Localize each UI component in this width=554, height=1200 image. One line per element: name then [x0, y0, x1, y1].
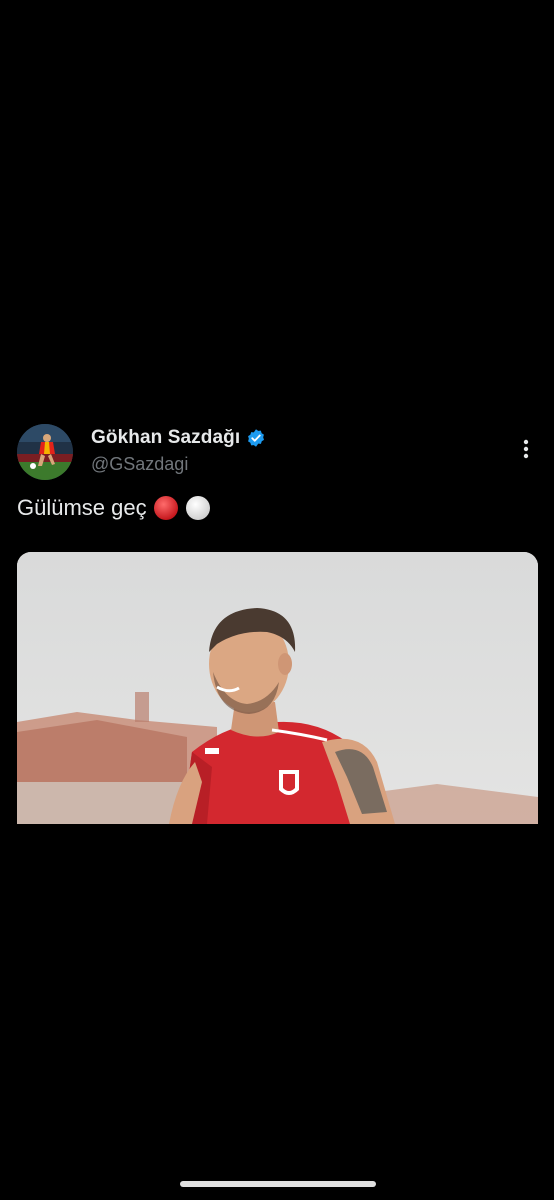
- tweet-media-photo[interactable]: [17, 552, 538, 824]
- player-photo: [17, 552, 538, 824]
- verified-badge-icon[interactable]: [246, 428, 266, 448]
- avatar[interactable]: [17, 424, 73, 480]
- more-vertical-icon: [523, 439, 529, 459]
- display-name[interactable]: Gökhan Sazdağı: [91, 427, 240, 449]
- white-circle-emoji-icon: [185, 495, 211, 521]
- more-options-button[interactable]: [514, 437, 538, 461]
- username-handle[interactable]: @GSazdagi: [91, 454, 266, 475]
- author-info[interactable]: Gökhan Sazdağı @GSazdagi: [91, 427, 266, 475]
- avatar-image: [17, 424, 73, 480]
- tweet-text: Gülümse geç: [17, 495, 211, 521]
- display-name-row: Gökhan Sazdağı: [91, 427, 266, 449]
- home-indicator[interactable]: [180, 1181, 376, 1187]
- tweet-text-content: Gülümse geç: [17, 495, 147, 520]
- red-circle-emoji-icon: [153, 495, 179, 521]
